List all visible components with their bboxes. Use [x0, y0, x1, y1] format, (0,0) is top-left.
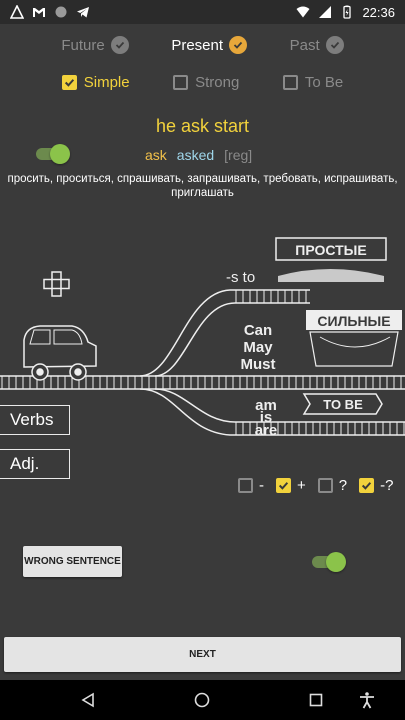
filter-negative-label: - — [259, 477, 264, 494]
home-icon[interactable] — [190, 688, 214, 712]
translation-text: просить, проситься, спрашивать, запрашив… — [7, 173, 398, 199]
tense-selector: Future Present Past — [0, 36, 405, 54]
verb-base-form: ask — [145, 147, 167, 163]
check-circle-icon — [325, 36, 344, 54]
s-to-label: -s to — [226, 269, 255, 286]
next-button[interactable]: NEXT — [4, 637, 401, 672]
checkbox-icon — [61, 75, 77, 90]
checkbox-icon — [173, 75, 189, 90]
wrong-sentence-label: WRONG SENTENCE — [24, 556, 121, 567]
status-time: 22:36 — [362, 4, 395, 20]
signal-icon — [319, 6, 332, 18]
wrong-sentence-toggle[interactable] — [312, 552, 346, 572]
tense-future[interactable]: Future — [61, 36, 129, 54]
check-circle-icon — [110, 36, 129, 54]
status-bar: 22:36 — [0, 0, 405, 24]
verb-past-form: asked — [176, 147, 215, 163]
car-icon — [23, 325, 97, 381]
filter-positive-checkbox[interactable] — [276, 478, 291, 493]
sentence-type-filters: - + ? -? — [238, 477, 399, 494]
verbs-button-label: Verbs — [10, 410, 54, 429]
checkbox-icon — [282, 75, 298, 90]
filter-question-checkbox[interactable] — [317, 478, 333, 493]
type-label: To Be — [304, 74, 344, 91]
svg-text:May: May — [243, 339, 273, 356]
exercise-sentence: he ask start — [155, 116, 250, 136]
battery-icon — [343, 5, 352, 19]
svg-text:are: are — [255, 422, 278, 439]
svg-text:Can: Can — [244, 322, 272, 339]
svg-text:TO BE: TO BE — [323, 397, 363, 412]
tense-label: Future — [61, 36, 105, 54]
wifi-icon — [296, 6, 310, 18]
wrong-sentence-button[interactable]: WRONG SENTENCE — [23, 546, 122, 577]
next-button-label: NEXT — [189, 649, 216, 660]
filter-negative-checkbox[interactable] — [238, 478, 253, 493]
tense-present[interactable]: Present — [171, 36, 248, 54]
tense-past[interactable]: Past — [290, 36, 344, 54]
plus-icon — [43, 271, 70, 297]
type-strong-checkbox[interactable]: Strong — [173, 74, 239, 91]
accessibility-icon[interactable] — [355, 688, 379, 712]
filter-question-label: ? — [338, 477, 348, 494]
type-simple-checkbox[interactable]: Simple — [61, 74, 130, 91]
type-label: Strong — [195, 74, 240, 91]
verb-forms-row: ask asked [reg] — [0, 143, 405, 165]
recents-icon[interactable] — [304, 688, 328, 712]
to-be-sign: TO BE — [302, 393, 383, 415]
svg-text:СИЛЬНЫЕ: СИЛЬНЫЕ — [317, 313, 390, 329]
svg-text:Must: Must — [241, 356, 276, 373]
gmail-icon — [33, 8, 45, 17]
modals-label: Can May Must — [241, 322, 276, 373]
navigation-bar — [0, 680, 405, 720]
circle-notification-icon — [55, 6, 67, 18]
tense-label: Present — [171, 36, 224, 54]
adj-button[interactable]: Adj. — [0, 449, 70, 479]
filter-positive-label: + — [297, 477, 306, 494]
telegram-icon — [77, 7, 89, 18]
filter-negative-question-checkbox[interactable] — [359, 478, 375, 493]
to-be-forms-label: am is are — [255, 397, 278, 439]
back-icon[interactable] — [76, 688, 100, 712]
adj-button-label: Adj. — [10, 454, 40, 473]
silnye-sign: СИЛЬНЫЕ — [306, 310, 402, 367]
app-notification-icon — [10, 5, 24, 19]
prostye-sign: ПРОСТЫЕ — [275, 237, 387, 282]
verb-regularity-tag: [reg] — [224, 147, 253, 163]
type-tobe-checkbox[interactable]: To Be — [282, 74, 344, 91]
filter-negative-question-label: -? — [380, 477, 394, 494]
svg-text:ПРОСТЫЕ: ПРОСТЫЕ — [295, 242, 366, 258]
verb-type-selector: Simple Strong To Be — [0, 74, 405, 91]
forms-toggle[interactable] — [36, 144, 70, 164]
check-circle-icon — [229, 36, 248, 54]
type-label: Simple — [83, 74, 130, 91]
main-track — [0, 375, 405, 390]
verbs-button[interactable]: Verbs — [0, 405, 70, 435]
tense-label: Past — [289, 36, 320, 54]
